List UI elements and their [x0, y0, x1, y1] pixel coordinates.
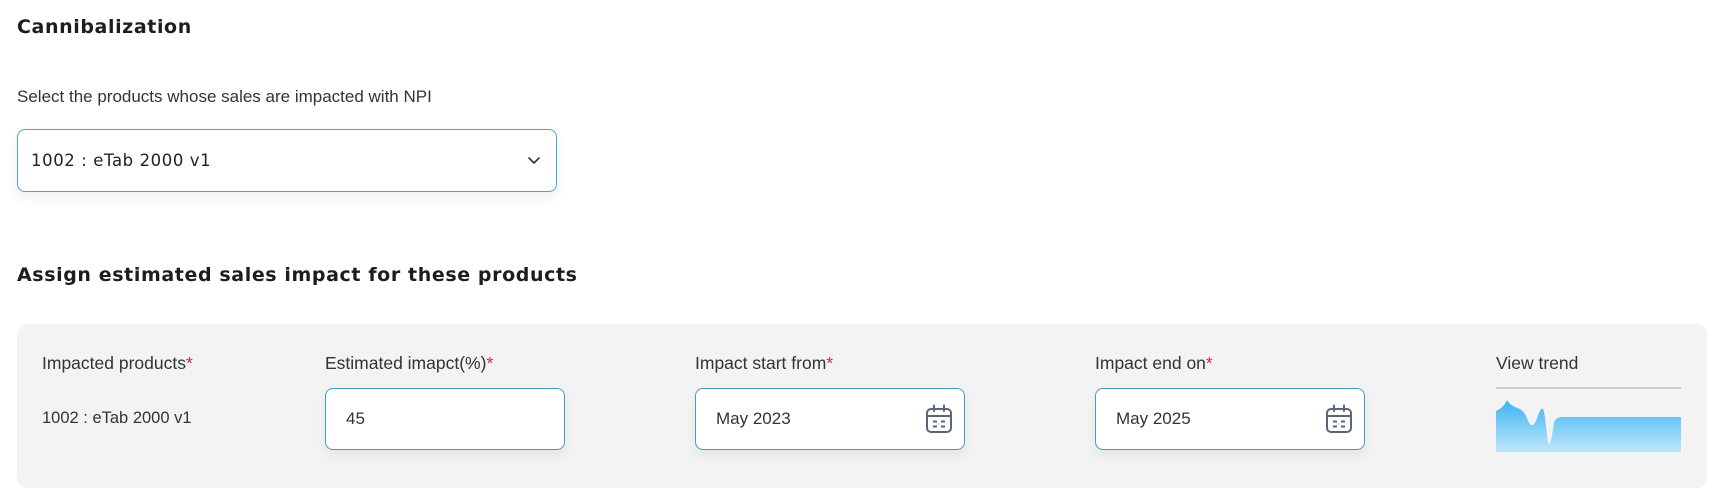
impact-start-label-text: Impact start from [695, 353, 827, 373]
calendar-icon[interactable] [1324, 403, 1354, 435]
select-products-label: Select the products whose sales are impa… [17, 87, 432, 106]
impact-start-date-field[interactable]: May 2023 [695, 388, 965, 450]
required-marker: * [1205, 353, 1213, 373]
view-trend-label: View trend [1496, 353, 1579, 373]
estimated-impact-label-text: Estimated imapct(%) [325, 353, 487, 373]
view-trend-divider [1496, 387, 1681, 389]
section-title-cannibalization: Cannibalization [17, 16, 192, 38]
calendar-icon[interactable] [924, 403, 954, 435]
product-select-value: 1002 : eTab 2000 v1 [31, 151, 212, 170]
required-marker: * [826, 353, 834, 373]
required-marker: * [185, 353, 193, 373]
product-select-dropdown[interactable]: 1002 : eTab 2000 v1 [17, 129, 557, 192]
required-marker: * [486, 353, 494, 373]
impact-end-label-text: Impact end on [1095, 353, 1206, 373]
estimated-impact-input[interactable] [326, 389, 564, 449]
impact-end-date-field[interactable]: May 2025 [1095, 388, 1365, 450]
section-title-assign-impact: Assign estimated sales impact for these … [17, 264, 578, 286]
impact-start-label: Impact start from* [695, 353, 833, 374]
chevron-down-icon [528, 157, 540, 164]
impact-start-value: May 2023 [716, 409, 791, 428]
impact-end-value: May 2025 [1116, 409, 1191, 428]
impact-end-label: Impact end on* [1095, 353, 1213, 374]
estimated-impact-field[interactable] [325, 388, 565, 450]
impacted-products-label: Impacted products* [42, 353, 193, 374]
impacted-product-value: 1002 : eTab 2000 v1 [42, 409, 192, 427]
estimated-impact-label: Estimated imapct(%)* [325, 353, 493, 374]
impacted-products-label-text: Impacted products [42, 353, 186, 373]
trend-sparkline[interactable] [1496, 397, 1681, 452]
